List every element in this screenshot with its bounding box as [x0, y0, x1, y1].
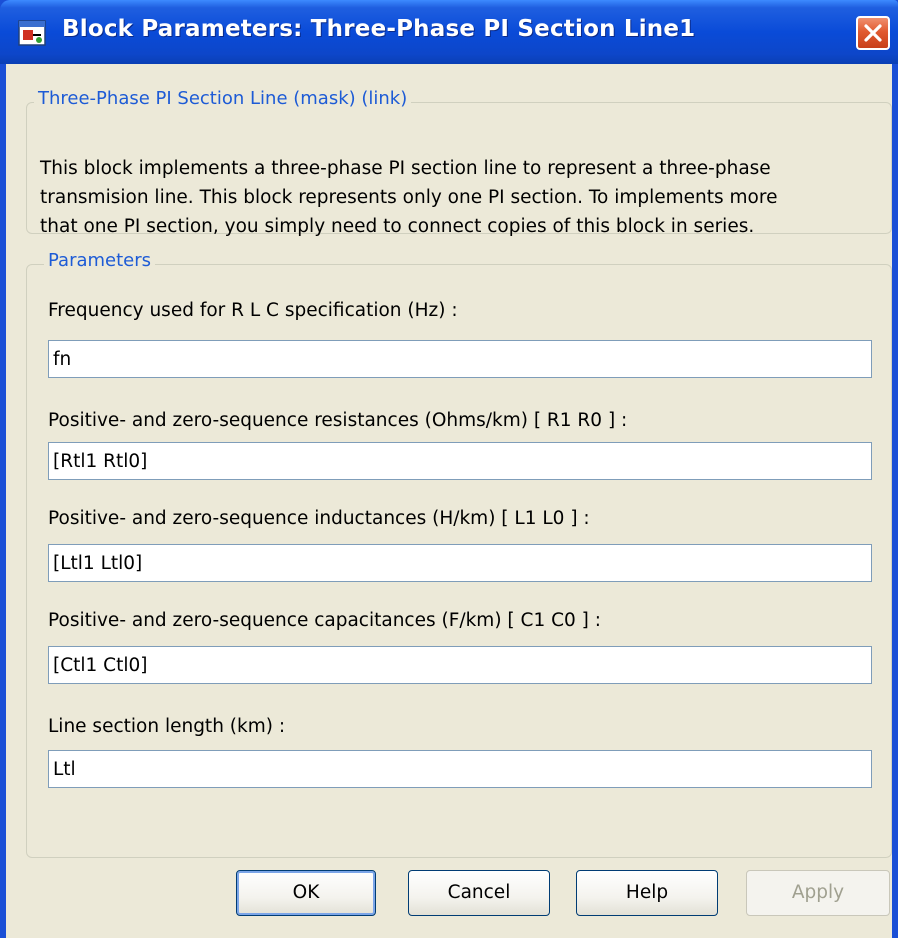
frequency-label: Frequency used for R L C specification (… — [48, 300, 458, 321]
help-button[interactable]: Help — [576, 870, 718, 916]
description-line: This block implements a three-phase PI s… — [40, 158, 771, 179]
resistances-input[interactable] — [48, 442, 872, 480]
line-length-input[interactable] — [48, 750, 872, 788]
title-bar[interactable]: Block Parameters: Three-Phase PI Section… — [0, 0, 898, 64]
line-length-label: Line section length (km) : — [48, 716, 286, 737]
mask-group-legend: Three-Phase PI Section Line (mask) (link… — [34, 88, 412, 109]
capacitances-input[interactable] — [48, 646, 872, 684]
ok-button[interactable]: OK — [236, 870, 376, 916]
mask-description: This block implements a three-phase PI s… — [40, 154, 860, 241]
apply-button: Apply — [746, 870, 890, 916]
inductances-label: Positive- and zero-sequence inductances … — [48, 508, 590, 529]
cancel-button[interactable]: Cancel — [408, 870, 550, 916]
resistances-label: Positive- and zero-sequence resistances … — [48, 410, 628, 431]
description-line: transmision line. This block represents … — [40, 187, 778, 208]
dialog-client-area: Three-Phase PI Section Line (mask) (link… — [6, 64, 892, 938]
inductances-input[interactable] — [48, 544, 872, 582]
dialog-window: Block Parameters: Three-Phase PI Section… — [0, 0, 898, 938]
parameters-group-legend: Parameters — [44, 250, 156, 271]
close-button[interactable] — [856, 16, 890, 50]
description-line: that one PI section, you simply need to … — [40, 216, 755, 237]
frequency-input[interactable] — [48, 340, 872, 378]
capacitances-label: Positive- and zero-sequence capacitances… — [48, 610, 601, 631]
window-title: Block Parameters: Three-Phase PI Section… — [62, 16, 696, 42]
simulink-block-icon — [18, 20, 46, 46]
